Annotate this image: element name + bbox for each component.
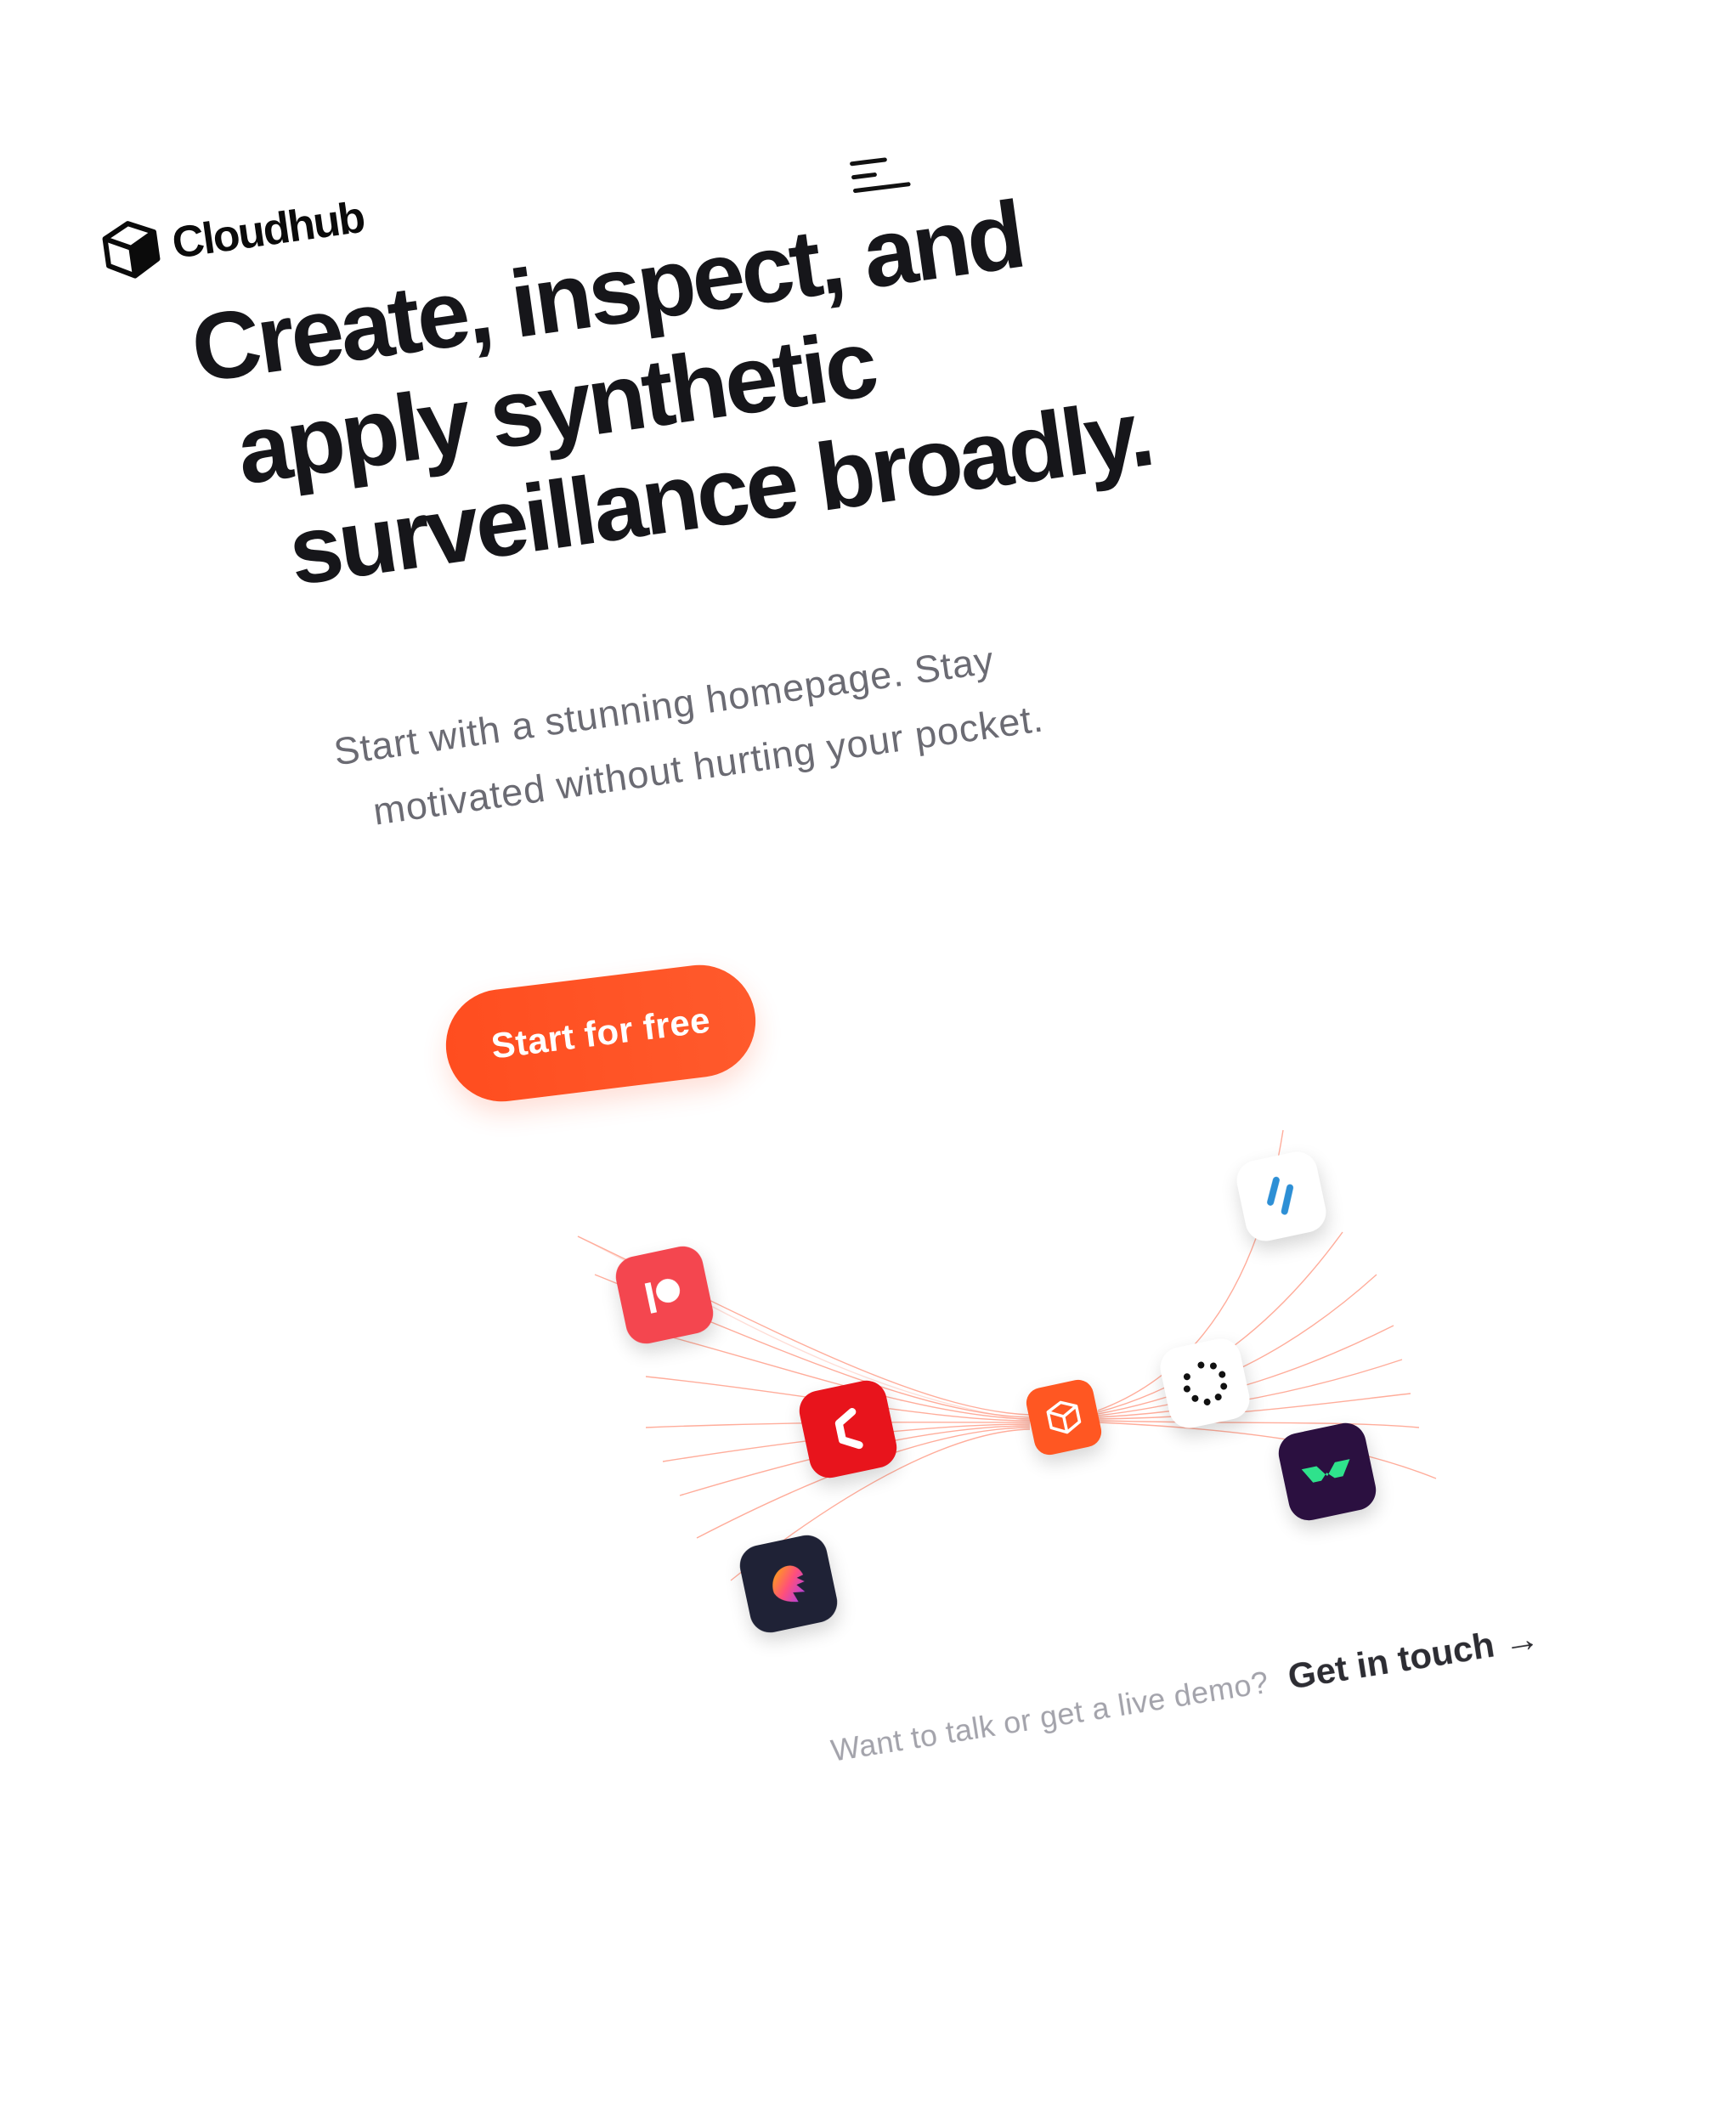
twist-icon: [1275, 1419, 1380, 1524]
lion-icon: [736, 1531, 841, 1637]
menu-icon[interactable]: [849, 150, 915, 201]
get-in-touch-label: Get in touch: [1285, 1624, 1497, 1697]
contact-question: Want to talk or get a live demo?: [828, 1664, 1271, 1768]
patreon-icon: [612, 1242, 717, 1348]
get-in-touch-link[interactable]: Get in touch →: [1285, 1617, 1542, 1697]
arrow-right-icon: →: [1500, 1617, 1542, 1663]
hero-subtext: Start with a stunning homepage. Stay mot…: [330, 622, 1048, 848]
cube-icon: [96, 214, 167, 286]
craft-icon: [795, 1377, 901, 1482]
page: Cloudhub Create, inspect, and apply synt…: [0, 0, 1736, 2126]
cta-label: Start for free: [489, 999, 713, 1066]
contact-prompt: Want to talk or get a live demo? Get in …: [828, 1617, 1542, 1769]
brand-logo[interactable]: Cloudhub: [96, 186, 368, 286]
brand-name: Cloudhub: [169, 192, 367, 269]
cloudhub-cube-icon: [1023, 1377, 1105, 1458]
stripes-icon: [1233, 1148, 1330, 1245]
start-for-free-button[interactable]: Start for free: [439, 958, 762, 1108]
dots-ring-icon: [1156, 1335, 1253, 1432]
